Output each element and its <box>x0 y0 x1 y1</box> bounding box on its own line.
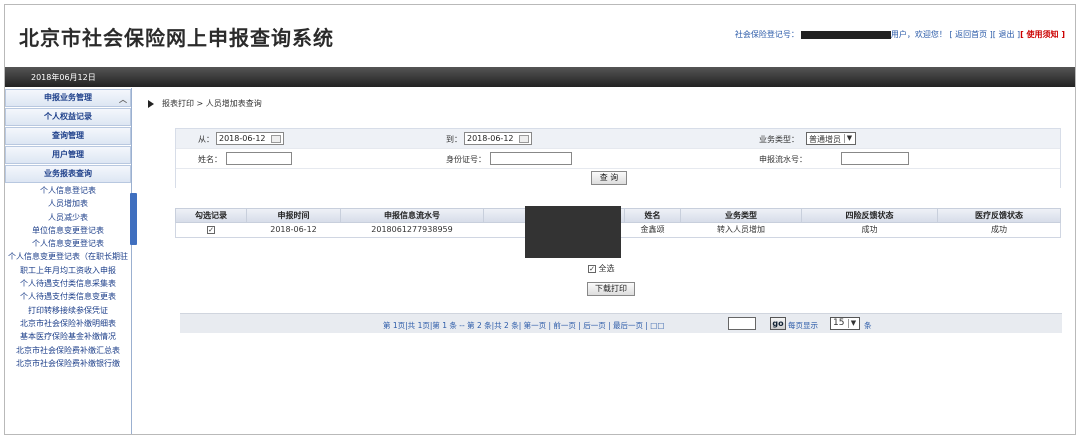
from-label: 从： <box>198 135 214 144</box>
logout-link[interactable]: [ 退出 ] <box>993 30 1020 39</box>
menu-personal-rights-records[interactable]: 个人权益记录 <box>5 108 131 126</box>
chevron-down-icon: ▼ <box>844 134 854 143</box>
serial-number-input[interactable] <box>841 152 909 165</box>
sidebar-item-back-payment-summary[interactable]: 北京市社会保险费补缴汇总表 <box>5 344 131 357</box>
pagination-text[interactable]: 第 1页|共 1页|第 1 条 -- 第 2 条|共 2 条| 第一页 | 前一… <box>383 320 664 331</box>
row-biz-type: 转入人员增加 <box>717 225 765 234</box>
biz-type-label: 业务类型： <box>759 135 799 144</box>
to-label: 到： <box>446 135 462 144</box>
select-all[interactable]: ✓ 全选 <box>588 263 615 274</box>
sidebar: 申报业务管理 ︿ 个人权益记录 查询管理 用户管理 业务报表查询 个人信息登记表… <box>5 88 132 434</box>
row-four-insurance-status: 成功 <box>861 225 878 234</box>
name-label: 姓名： <box>198 155 222 164</box>
menu-label: 申报业务管理 <box>44 93 92 102</box>
home-link[interactable]: [ 返回首页 ] <box>949 30 992 39</box>
to-date-input[interactable]: 2018-06-12 <box>464 132 532 145</box>
sidebar-item-personal-info-change[interactable]: 个人信息变更登记表 <box>5 237 131 250</box>
sidebar-item-personal-info-change-stationed[interactable]: 个人信息变更登记表（在职长期驻 <box>5 250 131 263</box>
to-date-value: 2018-06-12 <box>467 134 514 143</box>
biz-type-value: 普通增员 <box>809 135 841 144</box>
query-button[interactable]: 查 询 <box>591 171 627 185</box>
row-declare-time: 2018-06-12 <box>270 225 317 234</box>
row-serial-number: 2018061277938959 <box>371 225 453 234</box>
col-name: 姓名 <box>644 211 661 220</box>
col-serial-number: 申报信息流水号 <box>384 211 440 220</box>
sidebar-item-back-payment-detail[interactable]: 北京市社会保险补缴明细表 <box>5 317 131 330</box>
date-bar: 2018年06月12日 <box>5 67 1075 87</box>
form-row-dates: 从： 2018-06-12 到： 2018-06-12 业务类型： 普通增员 ▼ <box>176 129 1060 149</box>
triangle-right-icon <box>148 99 154 108</box>
page-size-label: 每页显示 <box>788 321 818 330</box>
serial-number-label: 申报流水号： <box>759 155 807 164</box>
sidebar-item-annual-wage-declaration[interactable]: 职工上年月均工资收入申报 <box>5 264 131 277</box>
select-all-checkbox[interactable]: ✓ <box>588 264 596 273</box>
form-row-actions: 查 询 <box>176 169 1060 188</box>
report-list: 个人信息登记表 人员增加表 人员减少表 单位信息变更登记表 个人信息变更登记表 … <box>5 184 131 370</box>
id-number-input[interactable] <box>490 152 572 165</box>
row-medical-status: 成功 <box>991 225 1007 234</box>
usage-notice-link[interactable]: [ 使用须知 ] <box>1020 30 1065 39</box>
row-checkbox[interactable]: ✓ <box>207 225 215 234</box>
select-all-label: 全选 <box>598 264 615 273</box>
site-title: 北京市社会保险网上申报查询系统 <box>19 26 334 50</box>
sidebar-item-personal-info-registration[interactable]: 个人信息登记表 <box>5 184 131 197</box>
col-biz-type: 业务类型 <box>725 211 757 220</box>
col-medical-status: 医疗反馈状态 <box>975 211 1023 220</box>
page-size-value: 15 <box>833 318 845 328</box>
app-window: 北京市社会保险网上申报查询系统 社会保险登记号： 用户，欢迎您！ [ 返回首页 ]… <box>4 4 1076 435</box>
calendar-icon[interactable] <box>519 135 529 143</box>
user-label: 社会保险登记号： <box>734 30 799 39</box>
page-size-unit: 条 <box>864 321 872 330</box>
calendar-icon[interactable] <box>271 135 281 143</box>
col-declare-time: 申报时间 <box>277 211 310 220</box>
menu-declaration-management[interactable]: 申报业务管理 ︿ <box>5 89 131 107</box>
sidebar-item-back-payment-bank[interactable]: 北京市社会保险费补缴银行缴 <box>5 357 131 370</box>
page-size-select[interactable]: 15 ▼ <box>830 317 860 330</box>
row-name: 金鑫颂 <box>640 225 665 234</box>
main-content: 报表打印 > 人员增加表查询 从： 2018-06-12 到： 2018-06-… <box>140 88 1070 434</box>
from-date-input[interactable]: 2018-06-12 <box>216 132 284 145</box>
go-button[interactable]: go <box>770 317 786 330</box>
query-form: 从： 2018-06-12 到： 2018-06-12 业务类型： 普通增员 ▼… <box>175 128 1061 188</box>
breadcrumb: 报表打印 > 人员增加表查询 <box>148 98 262 109</box>
col-select: 勾选记录 <box>195 211 227 220</box>
sidebar-item-unit-info-change[interactable]: 单位信息变更登记表 <box>5 224 131 237</box>
download-print-button[interactable]: 下载打印 <box>587 282 635 296</box>
menu-business-report-query[interactable]: 业务报表查询 <box>5 165 131 183</box>
menu-user-management[interactable]: 用户管理 <box>5 146 131 164</box>
page-number-input[interactable] <box>728 317 756 330</box>
sidebar-collapse-handle[interactable] <box>130 193 137 245</box>
sidebar-item-staff-decrease[interactable]: 人员减少表 <box>5 211 131 224</box>
biz-type-select[interactable]: 普通增员 ▼ <box>806 132 856 145</box>
sidebar-item-benefit-info-change[interactable]: 个人待遇支付类信息变更表 <box>5 290 131 303</box>
breadcrumb-text: 报表打印 > 人员增加表查询 <box>162 99 262 108</box>
welcome-text: 用户，欢迎您！ <box>890 30 947 39</box>
row-select-cell: ✓ <box>176 223 246 237</box>
name-input[interactable] <box>226 152 292 165</box>
pagination-bar: 第 1页|共 1页|第 1 条 -- 第 2 条|共 2 条| 第一页 | 前一… <box>180 313 1062 333</box>
chevron-up-icon[interactable]: ︿ <box>119 92 127 108</box>
sidebar-item-print-transfer-certificate[interactable]: 打印转移接续参保凭证 <box>5 304 131 317</box>
header: 北京市社会保险网上申报查询系统 社会保险登记号： 用户，欢迎您！ [ 返回首页 ]… <box>5 5 1075 65</box>
sidebar-item-staff-increase[interactable]: 人员增加表 <box>5 197 131 210</box>
current-date: 2018年06月12日 <box>31 73 96 82</box>
redacted-area <box>525 206 621 258</box>
menu-query-management[interactable]: 查询管理 <box>5 127 131 145</box>
user-bar: 社会保险登记号： 用户，欢迎您！ [ 返回首页 ][ 退出 ][ 使用须知 ] <box>735 29 1065 40</box>
id-number-label: 身份证号： <box>446 155 486 164</box>
sidebar-item-medical-fund-back-payment[interactable]: 基本医疗保险基金补缴情况 <box>5 330 131 343</box>
redacted-registration-number <box>800 30 891 39</box>
form-row-identity: 姓名： 身份证号： 申报流水号： <box>176 149 1060 169</box>
chevron-down-icon: ▼ <box>848 319 858 328</box>
from-date-value: 2018-06-12 <box>219 134 266 143</box>
col-four-insurance-status: 四险反馈状态 <box>845 211 894 220</box>
sidebar-item-benefit-info-collection[interactable]: 个人待遇支付类信息采集表 <box>5 277 131 290</box>
